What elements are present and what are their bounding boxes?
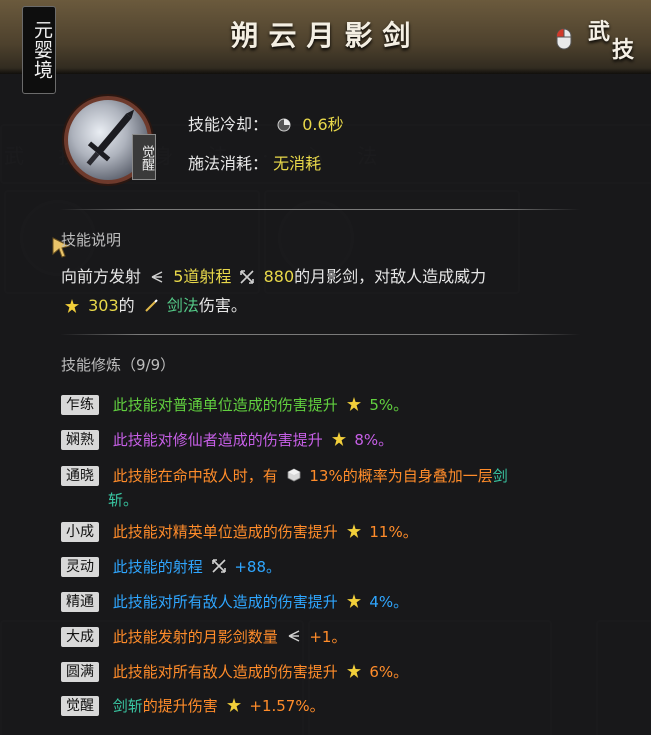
training-text: 此技能对普通单位造成的伤害提升 — [112, 396, 338, 414]
training-tag: 圆满 — [61, 661, 99, 682]
training-text-skill: 剑斩 — [112, 697, 143, 715]
cooldown-label: 技能冷却： — [188, 115, 269, 134]
cooldown-stat: 技能冷却： 0.6秒 — [188, 111, 344, 135]
training-tag: 灵动 — [61, 556, 99, 577]
desc-damage-type: 剑法 — [166, 296, 199, 315]
training-row-4: 小成 此技能对精英单位造成的伤害提升 11%。 — [61, 521, 418, 545]
training-tag: 通晓 — [61, 465, 99, 486]
training-tag: 大成 — [61, 626, 99, 647]
training-value: +88。 — [234, 558, 282, 576]
training-continuation: 斩。 — [108, 491, 139, 509]
cost-stat: 施法消耗： 无消耗 — [188, 150, 321, 174]
training-row-1: 乍练 此技能对普通单位造成的伤害提升 5%。 — [61, 394, 408, 418]
range-icon — [211, 559, 226, 573]
skill-title: 朔云月影剑 — [230, 19, 421, 52]
power-burst-icon — [346, 524, 361, 538]
training-tag: 小成 — [61, 521, 99, 542]
training-text: 此技能对所有敌人造成的伤害提升 — [112, 663, 338, 681]
training-text: 此技能对精英单位造成的伤害提升 — [112, 523, 338, 541]
cooldown-clock-icon — [277, 118, 291, 132]
power-burst-icon — [346, 594, 361, 608]
divider-middle — [60, 334, 580, 335]
desc-projectile-count: 5道射程 — [173, 267, 232, 286]
training-value: 4%。 — [369, 593, 409, 611]
training-row-9: 觉醒 剑斩的提升伤害 +1.57%。 — [61, 695, 325, 719]
training-text: 此技能对所有敌人造成的伤害提升 — [112, 593, 338, 611]
description-line-2: 303的 剑法伤害。 — [61, 292, 247, 320]
training-row-2: 娴熟 此技能对修仙者造成的伤害提升 8%。 — [61, 429, 393, 453]
training-row-8: 圆满 此技能对所有敌人造成的伤害提升 6%。 — [61, 661, 408, 685]
training-text: 此技能在命中敌人时，有 — [112, 467, 278, 485]
power-burst-icon — [331, 432, 346, 446]
cost-value: 无消耗 — [273, 154, 322, 173]
training-tag: 乍练 — [61, 394, 99, 415]
skill-type-label: 武 技 — [588, 14, 644, 63]
training-tail: 剑 — [492, 467, 508, 485]
divider-top — [60, 209, 580, 210]
power-burst-icon — [346, 664, 361, 678]
training-row-5: 灵动 此技能的射程 +88。 — [61, 556, 281, 580]
skill-type-char-1: 武 — [588, 19, 611, 45]
desc-power-value: 303 — [88, 296, 119, 315]
training-value: 8%。 — [354, 431, 394, 449]
cooldown-value: 0.6秒 — [302, 115, 344, 134]
skill-type-char-2: 技 — [612, 37, 635, 63]
training-value: 13%的概率为自身叠加一层 — [309, 467, 493, 485]
desc-text-4: 伤害。 — [198, 296, 247, 315]
projectile-count-icon — [288, 630, 299, 642]
training-value: 6%。 — [369, 663, 409, 681]
training-value: +1.57%。 — [249, 697, 325, 715]
training-row-6: 精通 此技能对所有敌人造成的伤害提升 4%。 — [61, 591, 408, 615]
projectile-count-icon — [151, 271, 163, 283]
power-burst-icon — [65, 299, 79, 313]
training-row-3: 通晓 此技能在命中敌人时，有 13%的概率为自身叠加一层剑 — [61, 465, 508, 489]
cost-label: 施法消耗： — [188, 154, 269, 173]
training-value: 5%。 — [369, 396, 409, 414]
training-heading: 技能修炼（9/9） — [61, 356, 176, 374]
power-burst-icon — [346, 397, 361, 411]
training-value: 11%。 — [369, 523, 418, 541]
desc-text: 向前方发射 — [61, 267, 142, 286]
desc-text-2: 的月影剑，对敌人造成威力 — [294, 267, 487, 286]
dice-icon — [287, 468, 300, 482]
desc-text-3: 的 — [118, 296, 135, 315]
range-icon — [240, 270, 255, 284]
training-tag: 精通 — [61, 591, 99, 612]
sword-art-icon — [145, 299, 158, 312]
power-burst-icon — [226, 698, 241, 712]
awaken-badge: 觉醒 — [132, 134, 156, 180]
desc-range-value: 880 — [263, 267, 295, 286]
description-heading: 技能说明 — [61, 231, 122, 249]
training-tag: 娴熟 — [61, 429, 99, 450]
training-text: 此技能的射程 — [112, 558, 203, 576]
training-text: 此技能对修仙者造成的伤害提升 — [112, 431, 323, 449]
training-row-3-cont: 斩。 — [108, 489, 138, 513]
skill-tooltip: 元婴境 朔云月影剑 武 技 觉醒 技能冷却： 0.6秒 施法消耗： 无消耗 技能… — [0, 0, 651, 735]
training-text: 的提升伤害 — [142, 697, 218, 715]
training-text: 此技能发射的月影剑数量 — [112, 628, 278, 646]
description-line-1: 向前方发射 5道射程 880的月影剑，对敌人造成威力 — [61, 263, 486, 291]
training-value: +1。 — [309, 628, 347, 646]
mouse-icon — [556, 28, 572, 50]
training-tag: 觉醒 — [61, 695, 99, 716]
training-row-7: 大成 此技能发射的月影剑数量 +1。 — [61, 626, 346, 650]
